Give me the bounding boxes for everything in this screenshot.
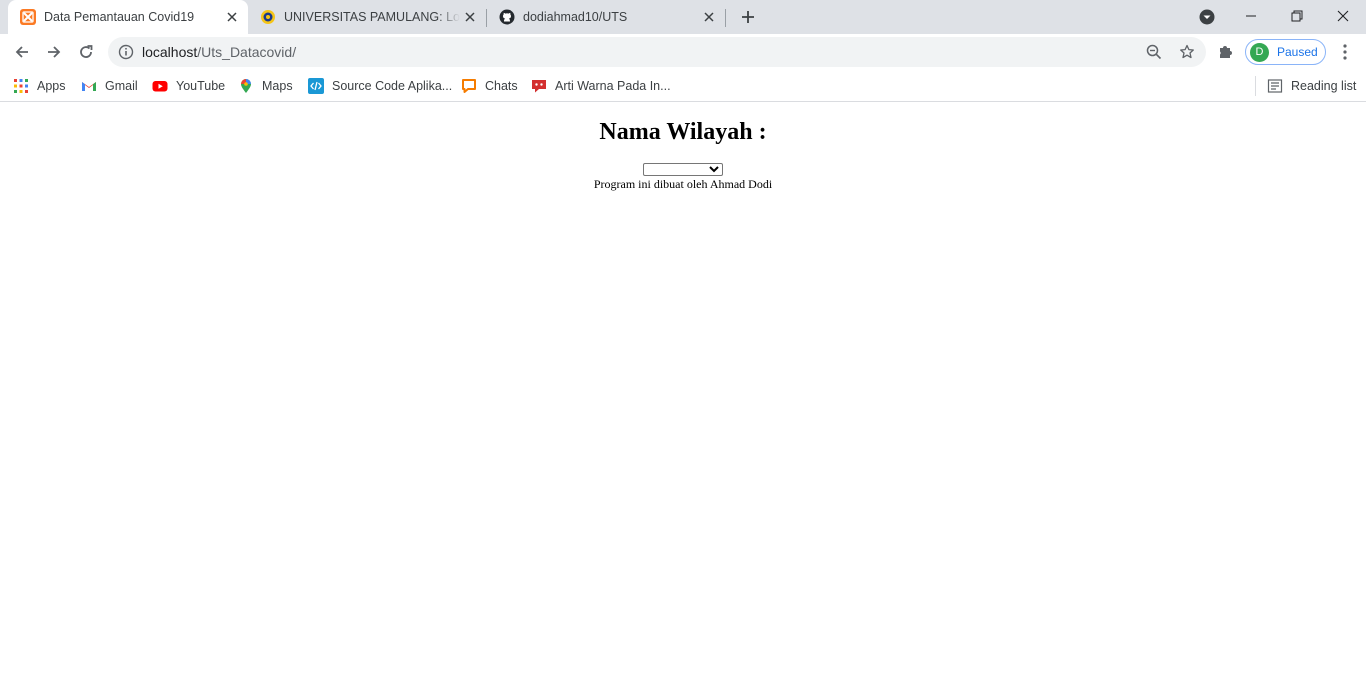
restore-button[interactable] <box>1274 0 1320 32</box>
bookmark-apps[interactable]: Apps <box>13 76 66 96</box>
chat-icon <box>461 78 477 94</box>
close-tab-icon[interactable] <box>701 9 717 25</box>
bookmark-gmail[interactable]: Gmail <box>81 76 138 96</box>
profile-button[interactable]: D Paused <box>1245 39 1326 65</box>
arrow-left-icon <box>15 46 28 58</box>
address-bar[interactable]: localhost/Uts_Datacovid/ <box>108 37 1206 67</box>
close-tab-icon[interactable] <box>462 9 478 25</box>
bookmark-label: Arti Warna Pada In... <box>555 79 671 93</box>
bookmark-source-code[interactable]: Source Code Aplika... <box>308 76 452 96</box>
bookmark-arti-warna[interactable]: Arti Warna Pada In... <box>531 76 671 96</box>
github-icon <box>499 9 515 25</box>
unpam-logo-icon <box>260 9 276 25</box>
tab-search-button[interactable] <box>1196 6 1218 28</box>
xampp-icon <box>20 9 36 25</box>
url-host: localhost <box>142 44 198 60</box>
tab-title: Data Pemantauan Covid19 <box>44 10 195 24</box>
tab-title: dodiahmad10/UTS <box>523 10 628 24</box>
reading-list-label: Reading list <box>1291 79 1357 93</box>
tab-title-fade <box>438 0 460 34</box>
region-select[interactable] <box>643 163 723 176</box>
new-tab-button[interactable] <box>736 6 760 28</box>
restore-icon <box>1291 10 1303 22</box>
maps-pin-icon <box>238 78 254 94</box>
bookmark-label: Apps <box>37 79 66 93</box>
minimize-button[interactable] <box>1228 0 1274 32</box>
minimize-icon <box>1246 15 1256 17</box>
reading-list-button[interactable]: Reading list <box>1267 76 1356 96</box>
back-button[interactable] <box>8 38 36 66</box>
reload-button[interactable] <box>72 38 100 66</box>
bookmark-label: Maps <box>262 79 293 93</box>
bookmarks-divider <box>1255 76 1256 96</box>
extensions-puzzle-icon[interactable] <box>1216 42 1236 62</box>
page-content: Nama Wilayah : Program ini dibuat oleh A… <box>0 103 1366 686</box>
bookmark-label: YouTube <box>176 79 226 93</box>
url-path: /Uts_Datacovid/ <box>197 44 297 60</box>
arrow-right-icon <box>48 46 61 58</box>
tab-data-pemantauan[interactable]: Data Pemantauan Covid19 <box>8 0 248 34</box>
bookmark-youtube[interactable]: YouTube <box>152 76 225 96</box>
page-heading: Nama Wilayah : <box>599 119 767 145</box>
speech-bubble-icon <box>531 78 547 94</box>
zoom-icon[interactable] <box>1146 44 1162 60</box>
forward-button[interactable] <box>40 38 68 66</box>
address-url[interactable]: localhost/Uts_Datacovid/ <box>142 37 296 67</box>
plus-icon <box>742 11 754 23</box>
code-icon <box>308 78 324 94</box>
reading-list-icon <box>1267 78 1283 94</box>
tab-divider <box>725 9 726 27</box>
bookmark-label: Chats <box>485 79 518 93</box>
reload-icon <box>80 45 93 58</box>
bookmark-maps[interactable]: Maps <box>238 76 293 96</box>
close-window-button[interactable] <box>1320 0 1366 32</box>
bookmark-chats[interactable]: Chats <box>461 76 518 96</box>
apps-grid-icon <box>13 78 29 94</box>
avatar: D <box>1250 43 1269 62</box>
tab-universitas-pamulang[interactable]: UNIVERSITAS PAMULANG: Log in <box>248 0 486 34</box>
tab-github-uts[interactable]: dodiahmad10/UTS <box>487 0 725 34</box>
info-icon[interactable] <box>118 44 134 60</box>
close-icon <box>1337 10 1349 22</box>
menu-kebab-icon[interactable] <box>1335 42 1355 62</box>
bookmarks-bar: Apps Gmail YouTube Maps Source Code Apli… <box>0 70 1366 102</box>
browser-toolbar: localhost/Uts_Datacovid/ D Paused <box>0 34 1366 70</box>
star-bookmark-icon[interactable] <box>1179 44 1195 60</box>
bookmark-label: Gmail <box>105 79 138 93</box>
profile-status: Paused <box>1277 45 1318 59</box>
tab-strip: Data Pemantauan Covid19 UNIVERSITAS PAMU… <box>0 0 1366 34</box>
gmail-icon <box>81 78 97 94</box>
close-tab-icon[interactable] <box>224 9 240 25</box>
chevron-down-circle-icon <box>1199 9 1215 25</box>
tab-title: UNIVERSITAS PAMULANG: Log in <box>284 10 460 24</box>
youtube-icon <box>152 78 168 94</box>
author-note: Program ini dibuat oleh Ahmad Dodi <box>593 177 773 191</box>
bookmark-label: Source Code Aplika... <box>332 79 453 93</box>
